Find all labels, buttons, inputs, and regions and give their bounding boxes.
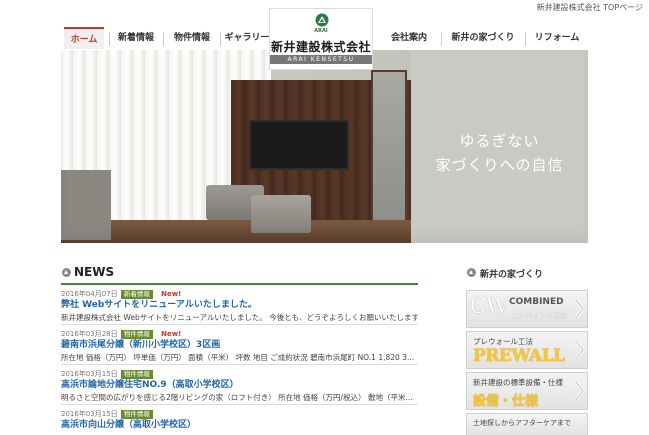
nav-divider <box>109 32 110 46</box>
nav-reform[interactable]: リフォーム <box>529 27 585 49</box>
logo-mark-text: ARAI <box>314 28 328 34</box>
logo-english: ARAI KENSETSU <box>270 55 372 64</box>
logo-name: 新井建設株式会社 <box>270 40 371 54</box>
chevron-right-icon <box>574 381 585 401</box>
news-category-badge: 物件情報 <box>120 329 153 339</box>
banner-prewall-method[interactable]: プレウォール工法 PREWALL <box>466 331 588 369</box>
news-header: NEWS <box>61 263 418 285</box>
news-section: NEWS 2016年04月07日 新着情報 New! 弊社 Webサイトをリニュ… <box>61 263 418 435</box>
banner-combined-method[interactable]: CW COMBINED コンバインド工法 <box>466 290 588 328</box>
nav-divider <box>441 32 442 46</box>
banner-cw-logo: CW <box>470 294 508 319</box>
hero-image: ゆるぎない 家づくりへの自信 <box>61 50 588 243</box>
news-title-link[interactable]: 高浜市論地分譲住宅NO.9（高取小学校区） <box>61 379 418 392</box>
logo-mark-icon <box>315 13 329 27</box>
side-title: 新井の家づくり <box>480 270 544 280</box>
banner-aftercare[interactable]: 土地探しからアフターケアまで <box>466 413 588 435</box>
banner-std-subtitle: 新井建設の標準設備・仕様 <box>473 378 563 387</box>
banner-care-title: 土地探しからアフターケアまで <box>473 419 571 427</box>
site-logo[interactable]: ARAI 新井建設株式会社 ARAI KENSETSU <box>269 8 373 70</box>
news-item[interactable]: 2016年03月15日 物件情報 高浜市向山分譲（高取小学校区） <box>61 405 418 435</box>
news-excerpt: 新井建設株式会社 Webサイトをリニューアルいたしました。 今後とも、どうぞよろ… <box>61 313 418 322</box>
nav-news[interactable]: 新着情報 <box>113 27 159 49</box>
news-excerpt: 所在地 価格（万円） 坪単価（万円） 面積（平米） 坪数 地目 ご成約状況 碧南… <box>61 353 415 362</box>
banner-standard-specs[interactable]: 新井建設の標準設備・仕様 設備・仕様 <box>466 372 588 410</box>
chevron-right-icon <box>574 340 585 360</box>
nav-property[interactable]: 物件情報 <box>167 27 217 49</box>
side-column: 新井の家づくり CW COMBINED コンバインド工法 プレウォール工法 PR… <box>466 263 588 435</box>
news-title-link[interactable]: 碧南市浜尾分譲（新川小学校区）3区画 <box>61 339 418 352</box>
news-category-badge: 物件情報 <box>120 409 153 419</box>
news-title-link[interactable]: 弊社 Webサイトをリニューアルいたしました。 <box>61 299 418 312</box>
nav-gallery[interactable]: ギャラリー <box>223 27 271 49</box>
topbar-breadcrumb[interactable]: 新井建設株式会社 TOPページ <box>537 2 643 13</box>
banner-std-title: 設備・仕様 <box>473 394 539 409</box>
news-excerpt: 明るさと空間の広がりを感じる2階リビングの家（ロフト付き） 所在地 価格（万円/… <box>61 393 413 402</box>
news-category-badge: 物件情報 <box>120 369 153 379</box>
news-new-badge: New! <box>161 290 182 298</box>
news-date: 2016年03月15日 <box>61 410 118 418</box>
nav-divider <box>220 32 221 46</box>
news-date: 2016年03月15日 <box>61 370 118 378</box>
banner-pw-title: PREWALL <box>473 346 565 366</box>
nav-house-building[interactable]: 新井の家づくり <box>445 27 521 49</box>
banner-cw-title: COMBINED <box>509 297 564 307</box>
news-title: NEWS <box>74 265 115 279</box>
nav-home[interactable]: ホーム <box>64 27 104 49</box>
nav-divider <box>163 32 164 46</box>
hero-shade <box>61 50 588 243</box>
section-arrow-icon <box>467 268 476 277</box>
news-item[interactable]: 2016年04月07日 新着情報 New! 弊社 Webサイトをリニューアルいた… <box>61 285 418 325</box>
nav-divider <box>525 32 526 46</box>
news-title-link[interactable]: 高浜市向山分譲（高取小学校区） <box>61 419 418 432</box>
news-new-badge: New! <box>161 330 182 338</box>
news-date: 2016年03月28日 <box>61 330 118 338</box>
side-header: 新井の家づくり <box>466 263 588 285</box>
chevron-right-icon <box>574 299 585 319</box>
news-date: 2016年04月07日 <box>61 290 118 298</box>
nav-company[interactable]: 会社案内 <box>385 27 433 49</box>
news-item[interactable]: 2016年03月15日 物件情報 高浜市論地分譲住宅NO.9（高取小学校区） 明… <box>61 365 418 405</box>
news-item[interactable]: 2016年03月28日 物件情報 New! 碧南市浜尾分譲（新川小学校区）3区画… <box>61 325 418 365</box>
banner-cw-subtitle: コンバインド工法 <box>511 312 567 320</box>
section-arrow-icon <box>62 268 71 277</box>
news-category-badge: 新着情報 <box>120 289 153 299</box>
